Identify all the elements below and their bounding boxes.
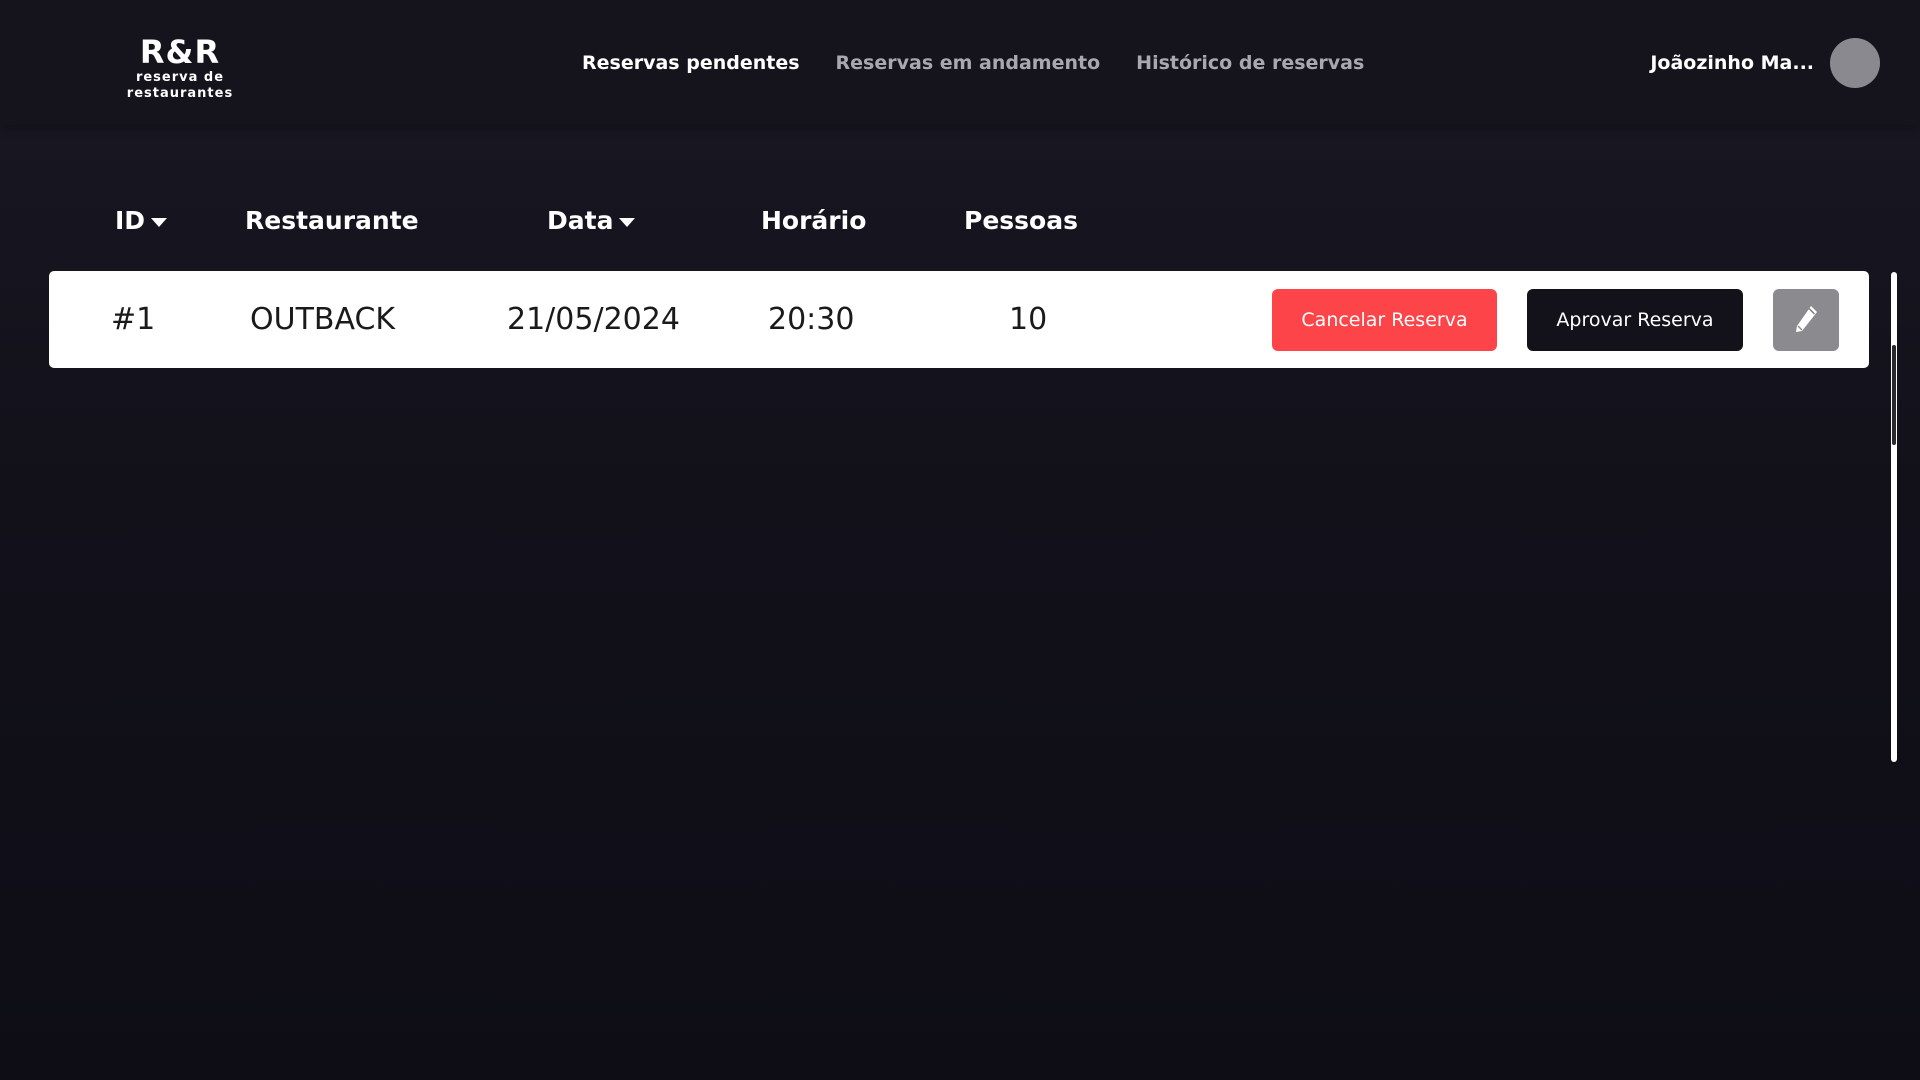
main-nav: Reservas pendentes Reservas em andamento… [582, 49, 1364, 77]
column-header-horario: Horário [761, 204, 866, 238]
approve-reservation-button[interactable]: Aprovar Reserva [1527, 289, 1743, 351]
cell-people: 10 [1009, 302, 1048, 337]
user-menu[interactable]: Joãozinho Ma... [1650, 38, 1880, 88]
logo[interactable]: R&R reserva de restaurantes [80, 34, 280, 102]
column-header-id[interactable]: ID [115, 204, 168, 238]
edit-reservation-button[interactable] [1773, 289, 1839, 351]
column-header-horario-label: Horário [761, 206, 867, 235]
nav-historico-de-reservas[interactable]: Histórico de reservas [1136, 49, 1364, 77]
column-header-restaurante: Restaurante [245, 204, 419, 238]
column-header-data-label: Data [547, 206, 614, 235]
logo-title: R&R [139, 33, 221, 71]
page: R&R reserva de restaurantes Reservas pen… [0, 0, 1920, 1080]
avatar[interactable] [1830, 38, 1880, 88]
scrollbar-thumb[interactable] [1892, 345, 1896, 445]
column-header-pessoas: Pessoas [964, 204, 1078, 238]
column-header-restaurante-label: Restaurante [245, 206, 419, 235]
table-row: #1 OUTBACK 21/05/2024 20:30 10 Cancelar … [49, 271, 1869, 368]
cell-restaurant: OUTBACK [250, 302, 396, 337]
cell-id: #1 [111, 302, 156, 337]
nav-reservas-em-andamento[interactable]: Reservas em andamento [836, 49, 1101, 77]
cancel-reservation-button[interactable]: Cancelar Reserva [1272, 289, 1497, 351]
column-header-data[interactable]: Data [547, 204, 636, 238]
top-header: R&R reserva de restaurantes Reservas pen… [0, 0, 1920, 125]
logo-subtitle: reserva de restaurantes [126, 70, 234, 101]
column-header-pessoas-label: Pessoas [964, 206, 1078, 235]
caret-down-icon[interactable] [151, 218, 168, 227]
nav-reservas-pendentes[interactable]: Reservas pendentes [582, 49, 800, 77]
caret-down-icon[interactable] [619, 218, 636, 227]
pencil-icon [1796, 306, 1817, 332]
column-header-id-label: ID [115, 206, 146, 235]
cell-time: 20:30 [768, 302, 855, 337]
user-name: Joãozinho Ma... [1650, 52, 1814, 74]
cell-date: 21/05/2024 [507, 302, 680, 337]
